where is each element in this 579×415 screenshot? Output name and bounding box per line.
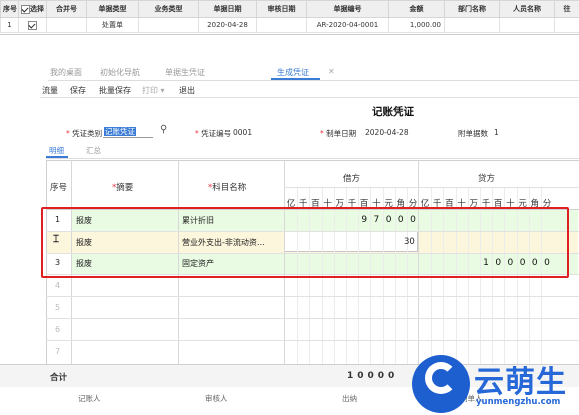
- exit-button[interactable]: 退出: [179, 85, 195, 96]
- voucher-type-field[interactable]: 记账凭证: [103, 126, 153, 138]
- col-header: 业务类型: [138, 0, 199, 18]
- row-doc-type: 处置单: [86, 17, 139, 33]
- row-seq: 5: [55, 303, 61, 312]
- search-icon[interactable]: ⚲: [160, 124, 167, 135]
- row-seq: 6: [55, 325, 61, 334]
- watermark-text: 云萌生: [474, 365, 567, 400]
- col-header: 单据日期: [198, 0, 257, 18]
- grid-header-seq: 序号: [50, 183, 68, 193]
- col-header: 单据编号: [306, 0, 389, 18]
- row-merge-no: [46, 17, 87, 33]
- total-label: 合计: [50, 373, 68, 383]
- row-select-cell[interactable]: [18, 17, 47, 33]
- print-menu-button[interactable]: 打印 ▾: [142, 85, 165, 96]
- list-header-row: 序号 选择 合并号 单据类型 业务类型 单据日期 审核日期 单据编号 金额 部门…: [0, 0, 579, 18]
- batch-save-button[interactable]: 批量保存: [99, 85, 131, 96]
- tab-init-nav[interactable]: 初始化导航: [100, 67, 140, 78]
- tab-generate-voucher[interactable]: 生成凭证: [277, 67, 309, 78]
- voucher-type-value[interactable]: 记账凭证: [104, 127, 136, 136]
- grid-line: [284, 187, 579, 188]
- watermark-url: yunmengzhu.com: [476, 397, 561, 407]
- page-title: 记账凭证: [372, 106, 414, 118]
- subtab-divider: [46, 158, 579, 159]
- col-header: 部门名称: [444, 0, 500, 18]
- table-row[interactable]: 1 处置单 2020-04-28 AR-2020-04-0001 1,000.0…: [0, 17, 579, 33]
- col-header: 序号: [0, 0, 19, 18]
- voucher-no-field[interactable]: 0001: [233, 128, 252, 137]
- row-biz-type: [138, 17, 199, 33]
- total-debit: 10000: [347, 371, 399, 381]
- footer-cashier: 出纳: [342, 394, 357, 403]
- attachment-count-label: 附单据数: [458, 129, 488, 138]
- close-icon[interactable]: ✕: [328, 67, 335, 76]
- row-seq: 1: [0, 17, 19, 33]
- flow-button[interactable]: 流量: [42, 85, 58, 96]
- grid-line: [46, 318, 579, 319]
- document-list-grid: 序号 选择 合并号 单据类型 业务类型 单据日期 审核日期 单据编号 金额 部门…: [0, 0, 579, 35]
- row-extra: [554, 17, 579, 33]
- grid-header-account: *科目名称: [208, 183, 247, 193]
- voucher-no-label: * 凭证编号: [195, 129, 232, 138]
- save-button[interactable]: 保存: [70, 85, 86, 96]
- voucher-type-label: * 凭证类别: [66, 129, 103, 138]
- grid-header-debit: 借方: [343, 174, 361, 184]
- active-tab-indicator: [271, 78, 320, 80]
- tab-detail[interactable]: 明细: [49, 145, 64, 156]
- grid-line: [46, 296, 579, 297]
- row-doc-date: 2020-04-28: [198, 17, 257, 33]
- row-audit-date: [256, 17, 307, 33]
- col-header: 单据类型: [86, 0, 139, 18]
- row-dept: [444, 17, 500, 33]
- col-header: 人员名称: [499, 0, 555, 18]
- toolbar: 流量 保存 批量保存 打印 ▾ 退出: [40, 83, 579, 98]
- grid-header-summary: *摘要: [112, 183, 134, 193]
- footer-reviewer: 审核人: [205, 394, 228, 403]
- highlight-annotation: [41, 207, 569, 278]
- footer-bookkeeper: 记账人: [78, 394, 101, 403]
- col-header: 往: [554, 0, 579, 18]
- col-header: 金额: [388, 0, 445, 18]
- attachment-count-field[interactable]: 1: [494, 128, 499, 137]
- row-seq: 4: [55, 281, 61, 290]
- row-doc-no: AR-2020-04-0001: [306, 17, 389, 33]
- col-header: 合并号: [46, 0, 87, 18]
- tab-doc-to-voucher[interactable]: 单据生凭证: [165, 67, 205, 78]
- col-header: 审核日期: [256, 0, 307, 18]
- voucher-date-label: * 制单日期: [320, 129, 357, 138]
- row-seq: 7: [55, 347, 61, 356]
- row-amount: 1,000.00: [388, 17, 445, 33]
- tab-desktop[interactable]: 我的桌面: [50, 67, 82, 78]
- row-select-checkbox[interactable]: [28, 20, 37, 30]
- col-header-select[interactable]: 选择: [18, 0, 47, 18]
- grid-header-credit: 贷方: [478, 174, 496, 184]
- select-all-checkbox[interactable]: [21, 4, 30, 14]
- grid-line: [46, 340, 579, 341]
- tab-summary[interactable]: 汇总: [86, 145, 101, 156]
- voucher-date-field[interactable]: 2020-04-28: [365, 128, 409, 137]
- row-person: [499, 17, 555, 33]
- watermark-logo-mark: [425, 362, 457, 394]
- col-header-label: 选择: [30, 5, 44, 13]
- workspace-tabs: 我的桌面 初始化导航 单据生凭证 生成凭证 ✕: [48, 64, 579, 81]
